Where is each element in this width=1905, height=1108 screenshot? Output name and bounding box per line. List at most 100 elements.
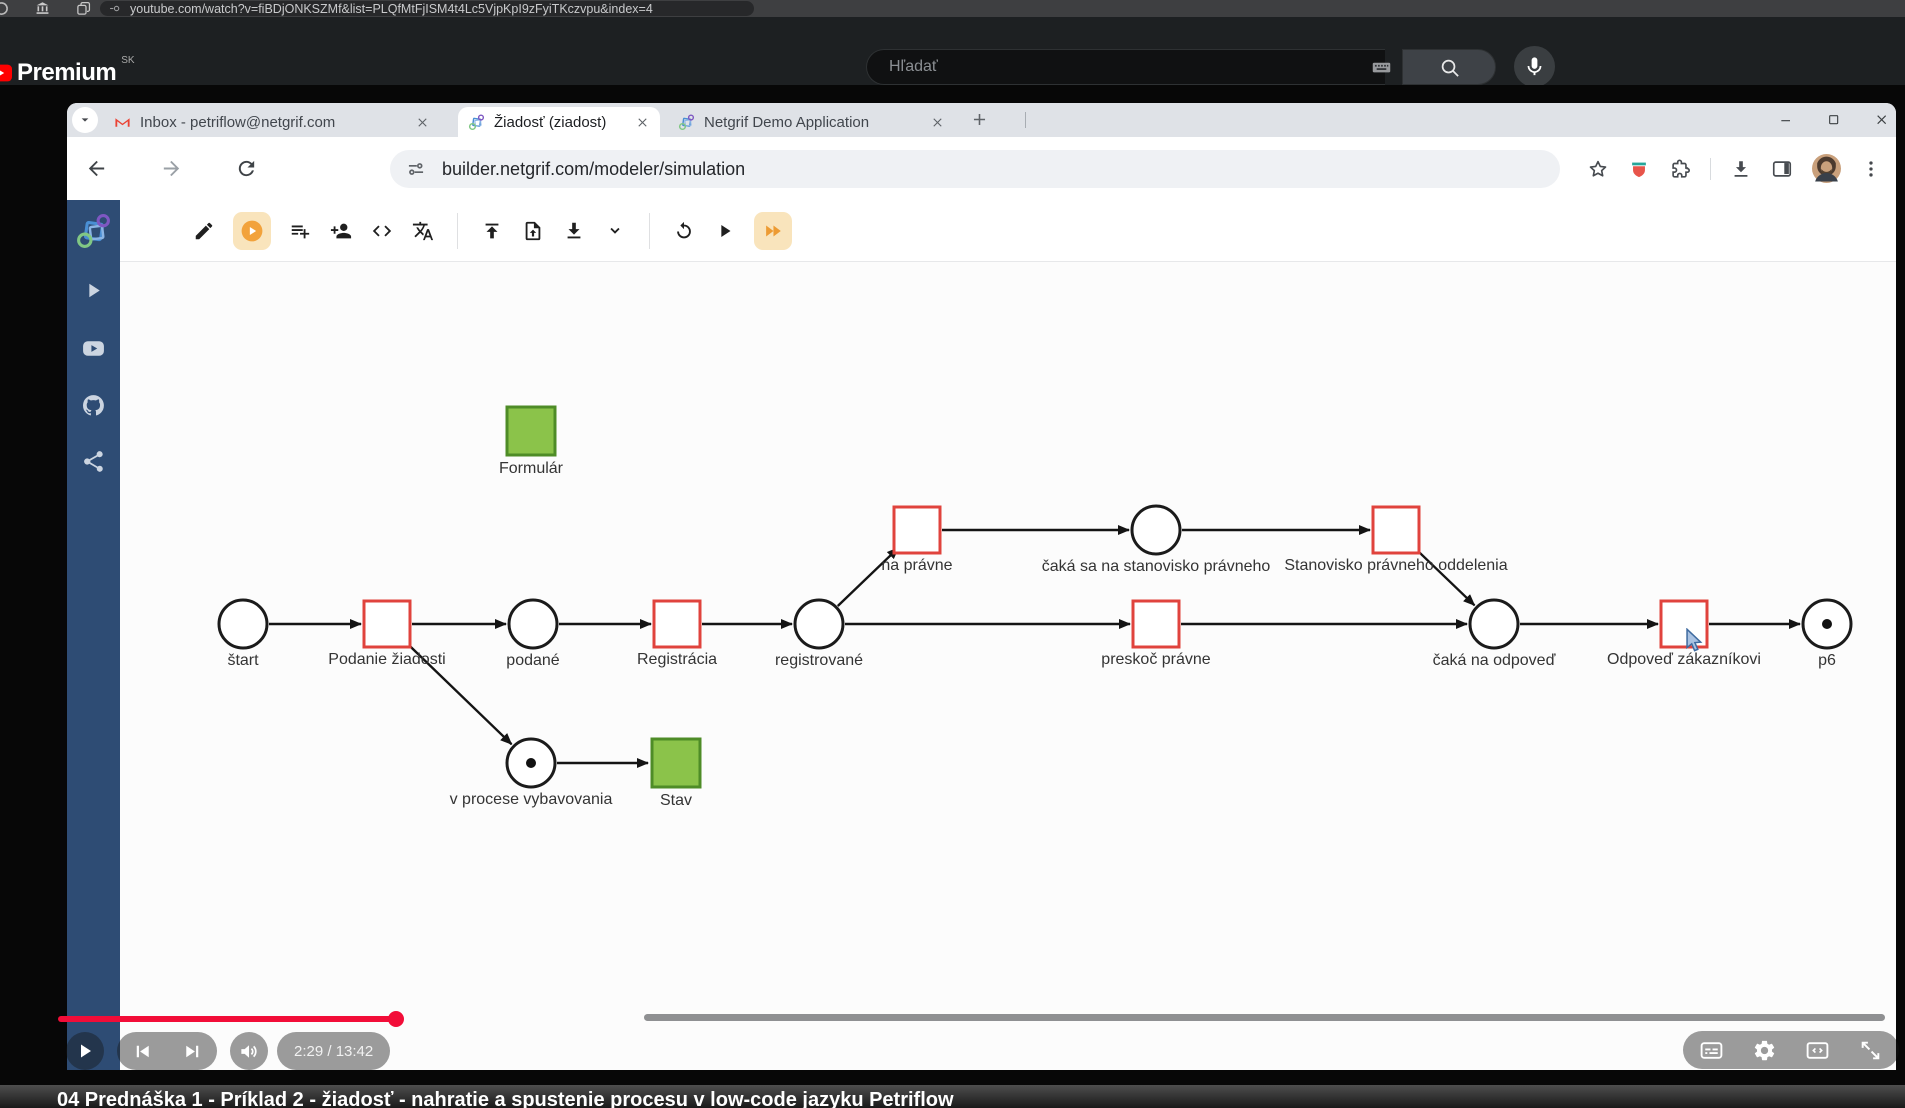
tab-close-button[interactable] [635, 115, 650, 130]
mouse-cursor [1684, 628, 1704, 652]
play-button[interactable] [66, 1032, 104, 1070]
upload-button[interactable] [480, 219, 504, 243]
site-settings-icon [408, 163, 424, 175]
reload-button[interactable] [235, 157, 258, 180]
site-settings-icon[interactable] [406, 159, 426, 179]
play-circle-button[interactable] [233, 211, 271, 250]
sidebar-item-netgrif-logo[interactable] [67, 213, 120, 250]
subtitles-icon [1700, 1041, 1723, 1059]
chevron-down-icon [81, 118, 89, 122]
sidebar-item-share[interactable] [67, 449, 120, 474]
search-input[interactable] [866, 49, 1385, 85]
previous-button[interactable] [117, 1032, 167, 1070]
page-content [67, 200, 1896, 1070]
bank-icon [36, 2, 49, 14]
copy-button[interactable] [76, 1, 91, 16]
fast-forward-button[interactable] [754, 211, 792, 250]
maximize-window-button[interactable] [1826, 112, 1842, 128]
kebab-menu-icon [1869, 160, 1873, 177]
play-icon [89, 283, 100, 298]
minimize-window-button[interactable] [1778, 112, 1794, 128]
download-icon [567, 222, 581, 238]
outer-toolbar-icons [0, 0, 91, 17]
puzzle-button[interactable] [1669, 158, 1691, 180]
sidebar-item-play-tri[interactable] [67, 278, 120, 303]
modeler-toolbar [192, 200, 792, 261]
chevron-down-button[interactable] [603, 219, 627, 243]
translate-button[interactable] [411, 219, 435, 243]
person-add-button[interactable] [329, 219, 353, 243]
outer-url-bar[interactable]: youtube.com/watch?v=fiBDjONKSZMf&list=PL… [100, 1, 754, 16]
youtube-premium-logo[interactable]: Premium SK [0, 55, 135, 85]
maximize-icon [1829, 115, 1839, 125]
play-icon [81, 1044, 91, 1058]
shield-button[interactable] [1628, 158, 1650, 180]
microphone-icon [1523, 55, 1546, 78]
playlist-add-button[interactable] [288, 219, 312, 243]
url-bar[interactable]: builder.netgrif.com/modeler/simulation [390, 150, 1560, 188]
tab-close-button[interactable] [415, 115, 430, 130]
new-tab-button[interactable] [970, 110, 989, 129]
search-button[interactable] [1402, 49, 1496, 85]
reset-icon [677, 221, 691, 238]
tab-0[interactable]: Inbox - petriflow@netgrif.com [104, 107, 440, 137]
reload-icon [238, 160, 255, 177]
file-import-icon [525, 221, 541, 240]
video-progress-bar[interactable] [58, 1011, 1887, 1027]
video-player[interactable]: Inbox - petriflow@netgrif.com Žiadosť (zi… [0, 85, 1905, 1085]
progress-knob[interactable] [388, 1011, 404, 1027]
next-button[interactable] [167, 1032, 217, 1070]
translate-icon [412, 221, 434, 240]
prev-next-controls [117, 1032, 217, 1070]
side-panel-icon [1772, 160, 1792, 177]
star-button[interactable] [1587, 158, 1609, 180]
netgrif-icon [678, 113, 695, 130]
fullscreen-button[interactable] [1858, 1038, 1883, 1063]
tab-label: Netgrif Demo Application [704, 113, 870, 131]
youtube-play-icon [0, 64, 12, 82]
link-icon [109, 2, 122, 15]
minimize-icon [1781, 120, 1790, 122]
profile-button[interactable] [0, 1, 9, 16]
download-tray-button[interactable] [1730, 158, 1752, 180]
side-panel-button[interactable] [1771, 158, 1793, 180]
close-window-button[interactable] [1874, 112, 1890, 128]
code-button[interactable] [370, 219, 394, 243]
miniplayer-button[interactable] [1805, 1038, 1830, 1063]
person-add-icon [330, 223, 352, 238]
sidebar-item-youtube[interactable] [67, 336, 120, 361]
forward-arrow-icon [163, 160, 180, 177]
bank-button[interactable] [35, 1, 50, 16]
fast-forward-icon [766, 225, 781, 236]
back-button[interactable] [85, 157, 108, 180]
sidebar-item-github[interactable] [67, 393, 120, 418]
share-icon [84, 451, 103, 472]
tab-label: Inbox - petriflow@netgrif.com [140, 113, 336, 131]
fullscreen-icon [1861, 1041, 1880, 1059]
tab-close-button[interactable] [930, 115, 945, 130]
pencil-button[interactable] [192, 219, 216, 243]
volume-button[interactable] [230, 1032, 268, 1070]
play-icon [721, 224, 731, 237]
tab-2[interactable]: Netgrif Demo Application [668, 107, 955, 137]
browser-toolbar: builder.netgrif.com/modeler/simulation [67, 137, 1896, 200]
bookmark-star-icon [1589, 160, 1607, 177]
tab-1[interactable]: Žiadosť (ziadost) [458, 107, 660, 137]
keyboard-icon[interactable] [1371, 57, 1392, 78]
kebab-button[interactable] [1860, 158, 1882, 180]
new-tab-plus[interactable] [970, 110, 989, 129]
play-button[interactable] [713, 219, 737, 243]
download-button[interactable] [562, 219, 586, 243]
reset-button[interactable] [672, 219, 696, 243]
settings-button[interactable] [1752, 1038, 1777, 1063]
browser-actions [1587, 137, 1882, 200]
forward-button[interactable] [160, 157, 183, 180]
extensions-puzzle-icon [1672, 158, 1690, 178]
file-import-button[interactable] [521, 219, 545, 243]
avatar-button[interactable] [1812, 154, 1841, 183]
subtitles-button[interactable] [1699, 1038, 1724, 1063]
mic-button[interactable] [1514, 46, 1555, 87]
tab-search-button[interactable] [72, 107, 98, 133]
progress-played [58, 1016, 396, 1022]
close-icon [418, 117, 427, 127]
